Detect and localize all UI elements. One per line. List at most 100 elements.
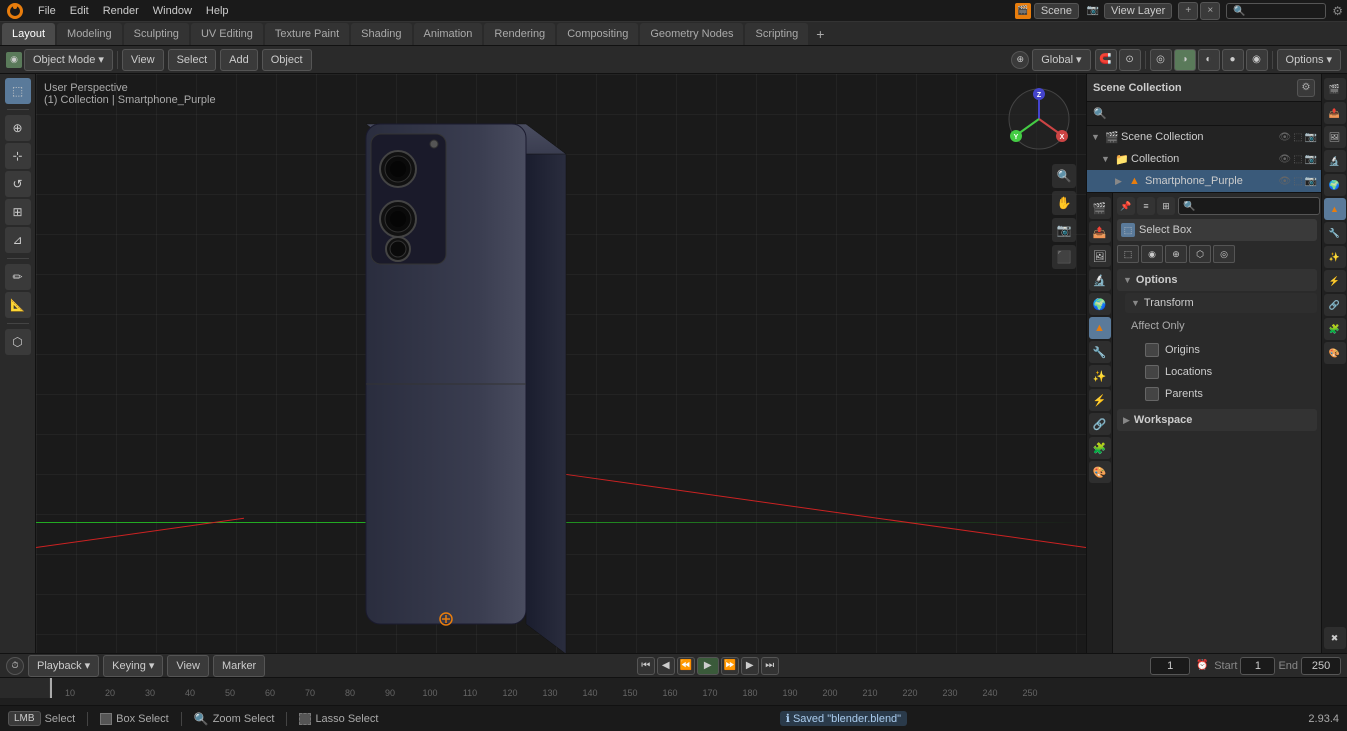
smartphone-eye[interactable]: 👁 [1278, 176, 1291, 187]
current-frame-input[interactable]: 1 [1150, 657, 1190, 675]
tool-icon-5[interactable]: ◎ [1213, 245, 1235, 263]
prop-list-icon[interactable]: ≡ [1137, 197, 1155, 215]
rs-object-icon[interactable]: ▲ [1324, 198, 1346, 220]
world-props-icon[interactable]: 🌍 [1089, 293, 1111, 315]
camera-view-icon[interactable]: 📷 [1052, 218, 1076, 242]
workspace-section[interactable]: ▶ Workspace [1117, 409, 1317, 431]
playback-icon[interactable]: ⏱ [6, 657, 24, 675]
rs-close-icon[interactable]: ✖ [1324, 627, 1346, 649]
play-btn[interactable]: ▶ [697, 657, 719, 675]
scene-collection-render[interactable]: 📷 [1305, 132, 1317, 143]
tab-geometry-nodes[interactable]: Geometry Nodes [640, 23, 743, 45]
next-frame-btn[interactable]: ▶ [741, 657, 759, 675]
menu-render[interactable]: Render [97, 3, 145, 19]
outliner-filter[interactable]: ⚙ [1297, 79, 1315, 97]
rs-data-icon[interactable]: 🧩 [1324, 318, 1346, 340]
smartphone-select[interactable]: ⬚ [1293, 176, 1302, 187]
object-props-icon[interactable]: ▲ [1089, 317, 1111, 339]
smartphone-render[interactable]: 📷 [1305, 176, 1317, 187]
filter-icon[interactable]: ⚙ [1332, 4, 1343, 18]
rs-view-layer-icon[interactable]: 🖼 [1324, 126, 1346, 148]
expand-collection[interactable]: ▼ [1101, 154, 1113, 164]
playhead[interactable] [50, 678, 52, 698]
scene-selector[interactable]: Scene [1034, 3, 1079, 19]
tab-layout[interactable]: Layout [2, 23, 55, 45]
timeline-ruler[interactable]: 10 20 30 40 50 60 70 80 90 100 110 120 1… [0, 678, 1347, 698]
menu-help[interactable]: Help [200, 3, 235, 19]
rs-modifier-icon[interactable]: 🔧 [1324, 222, 1346, 244]
view-layer-add[interactable]: + [1178, 2, 1198, 20]
outliner-search-input[interactable] [1111, 108, 1315, 120]
viewport-shading-4[interactable]: ◉ [1246, 49, 1268, 71]
options-section-header[interactable]: ▼ Options [1117, 269, 1317, 291]
tool-icon-2[interactable]: ◉ [1141, 245, 1163, 263]
transform-pivot-icon[interactable]: ⊕ [1011, 51, 1029, 69]
tool-icon-4[interactable]: ⬡ [1189, 245, 1211, 263]
end-frame-input[interactable]: 250 [1301, 657, 1341, 675]
rs-material-icon[interactable]: 🎨 [1324, 342, 1346, 364]
viewport-gizmo[interactable]: Z X Y [1004, 84, 1074, 154]
particles-props-icon[interactable]: ✨ [1089, 365, 1111, 387]
parents-checkbox[interactable] [1145, 387, 1159, 401]
keying-menu[interactable]: Keying▾ [103, 655, 163, 677]
search-bar[interactable]: 🔍 [1226, 3, 1326, 19]
scene-props-icon[interactable]: 🔬 [1089, 269, 1111, 291]
modifier-props-icon[interactable]: 🔧 [1089, 341, 1111, 363]
add-menu[interactable]: Add [220, 49, 258, 71]
transform-tool[interactable]: ⊿ [5, 227, 31, 253]
viewport-shading-3[interactable]: ● [1222, 49, 1244, 71]
proportional-icon[interactable]: ⊙ [1119, 49, 1141, 71]
tab-scripting[interactable]: Scripting [745, 23, 808, 45]
move-tool[interactable]: ⊹ [5, 143, 31, 169]
output-props-icon[interactable]: 📤 [1089, 221, 1111, 243]
jump-end-btn[interactable]: ⏭ [761, 657, 779, 675]
collection-eye[interactable]: 👁 [1278, 154, 1291, 165]
material-props-icon[interactable]: 🎨 [1089, 461, 1111, 483]
scene-collection-select[interactable]: ⬚ [1293, 132, 1302, 143]
render-icon[interactable]: ⬛ [1052, 245, 1076, 269]
rs-constraints-icon[interactable]: 🔗 [1324, 294, 1346, 316]
tab-modeling[interactable]: Modeling [57, 23, 122, 45]
tab-rendering[interactable]: Rendering [484, 23, 555, 45]
transform-subsection-header[interactable]: ▼ Transform [1125, 293, 1317, 313]
outliner-scene-collection[interactable]: ▼ 🎬 Scene Collection 👁 ⬚ 📷 [1087, 126, 1321, 148]
tab-texture-paint[interactable]: Texture Paint [265, 23, 349, 45]
add-object-tool[interactable]: ⬡ [5, 329, 31, 355]
physics-props-icon[interactable]: ⚡ [1089, 389, 1111, 411]
expand-scene-collection[interactable]: ▼ [1091, 132, 1103, 142]
snap-icon[interactable]: 🧲 [1095, 49, 1117, 71]
options-btn[interactable]: Options▾ [1277, 49, 1341, 71]
prev-keyframe-btn[interactable]: ⏪ [677, 657, 695, 675]
measure-tool[interactable]: 📐 [5, 292, 31, 318]
playback-menu[interactable]: Playback▾ [28, 655, 99, 677]
prop-more-icon[interactable]: ⊞ [1157, 197, 1175, 215]
viewport-shading-2[interactable]: ◐ [1198, 49, 1220, 71]
data-props-icon[interactable]: 🧩 [1089, 437, 1111, 459]
collection-render[interactable]: 📷 [1305, 154, 1317, 165]
rs-scene-icon[interactable]: 🔬 [1324, 150, 1346, 172]
annotate-tool[interactable]: ✏ [5, 264, 31, 290]
start-frame-input[interactable]: 1 [1240, 657, 1275, 675]
timeline-view-menu[interactable]: View [167, 655, 209, 677]
cursor-tool[interactable]: ⊕ [5, 115, 31, 141]
viewport-shading-1[interactable]: ◑ [1174, 49, 1196, 71]
tab-compositing[interactable]: Compositing [557, 23, 638, 45]
outliner-collection[interactable]: ▼ 📁 Collection 👁 ⬚ 📷 [1087, 148, 1321, 170]
rs-output-icon[interactable]: 📤 [1324, 102, 1346, 124]
rs-particles-icon[interactable]: ✨ [1324, 246, 1346, 268]
select-tool[interactable]: ⬚ [5, 78, 31, 104]
menu-edit[interactable]: Edit [64, 3, 95, 19]
rs-render-icon[interactable]: 🎬 [1324, 78, 1346, 100]
render-props-icon[interactable]: 🎬 [1089, 197, 1111, 219]
tool-icon-3[interactable]: ⊕ [1165, 245, 1187, 263]
view-layer-props-icon[interactable]: 🖼 [1089, 245, 1111, 267]
marker-menu[interactable]: Marker [213, 655, 265, 677]
tab-animation[interactable]: Animation [414, 23, 483, 45]
tab-uv-editing[interactable]: UV Editing [191, 23, 263, 45]
select-menu[interactable]: Select [168, 49, 217, 71]
origins-checkbox[interactable] [1145, 343, 1159, 357]
menu-file[interactable]: File [32, 3, 62, 19]
rs-physics-icon[interactable]: ⚡ [1324, 270, 1346, 292]
next-keyframe-btn[interactable]: ⏩ [721, 657, 739, 675]
tool-icon-1[interactable]: ⬚ [1117, 245, 1139, 263]
